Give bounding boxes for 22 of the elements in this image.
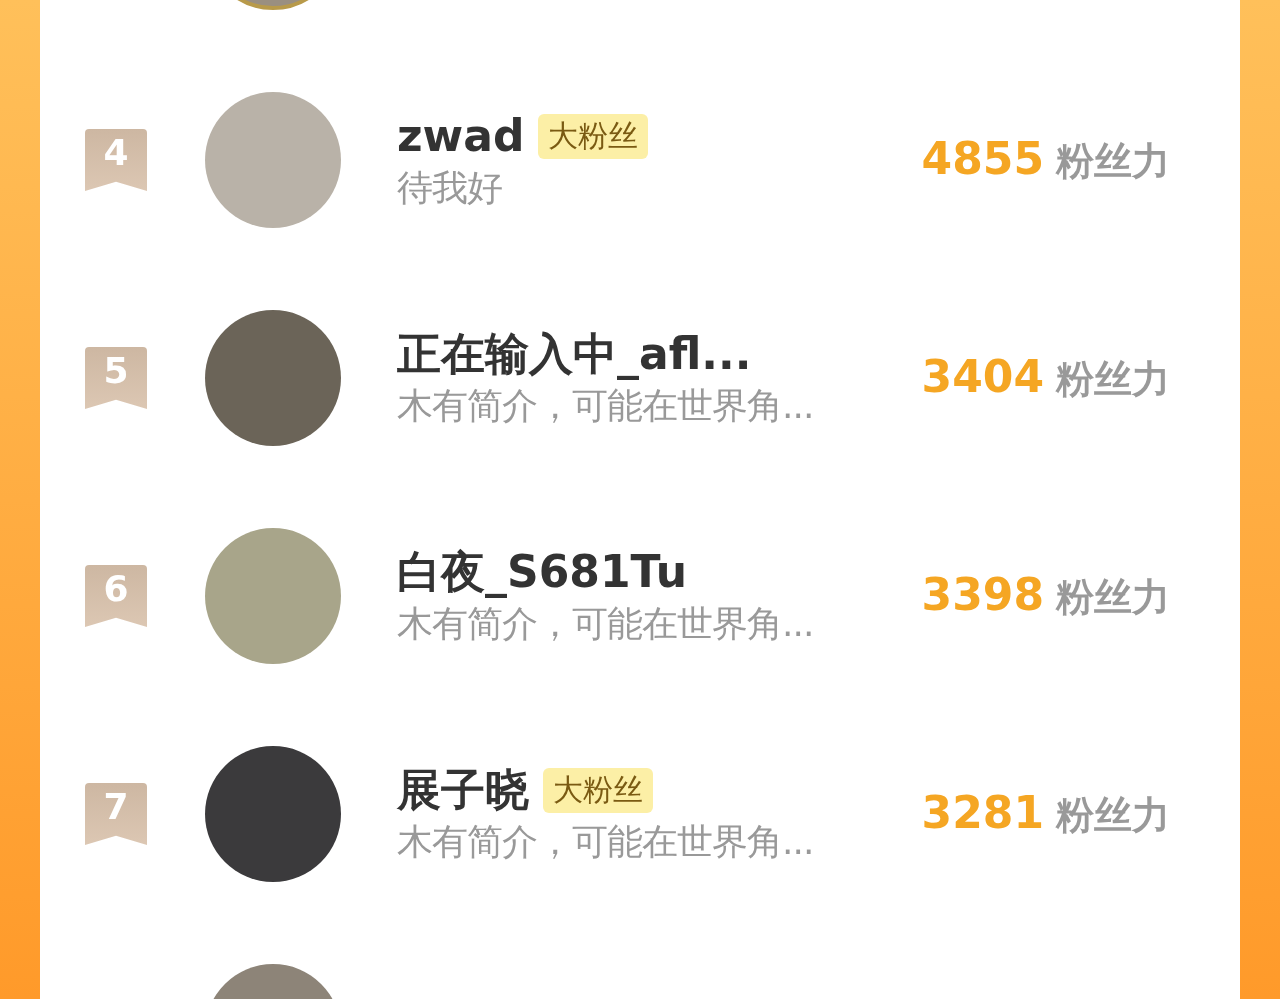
user-name[interactable]: 展子晓: [397, 762, 529, 818]
user-bio: 木有简介，可能在世界角...: [397, 384, 815, 428]
fan-score: 4855: [921, 133, 1044, 184]
rank-badge: 5: [85, 347, 147, 409]
user-name[interactable]: 白夜_S681Tu: [397, 544, 688, 600]
rank-badge: 6: [85, 565, 147, 627]
fan-tag: 大粉丝: [538, 113, 649, 159]
score-unit: 粉丝力: [1056, 792, 1170, 839]
fan-tag: 大粉丝: [543, 767, 653, 813]
fan-score: 3404: [921, 351, 1044, 402]
rank-badge: 4: [85, 129, 147, 191]
fan-score: 3398: [921, 569, 1044, 620]
fan-score: 3281: [921, 787, 1044, 838]
score-unit: 粉丝力: [1056, 356, 1170, 403]
user-bio: 木有简介，可能在世界角...: [397, 602, 815, 646]
rank-badge: 7: [85, 783, 147, 845]
user-name[interactable]: 正在输入中_afl...: [397, 326, 752, 382]
user-bio: 木有简介，可能在世界角...: [397, 820, 815, 864]
score-unit: 粉丝力: [1056, 138, 1170, 185]
user-name[interactable]: zwad: [397, 108, 525, 164]
user-bio: 待我好: [397, 166, 503, 210]
score-unit: 粉丝力: [1056, 574, 1170, 621]
